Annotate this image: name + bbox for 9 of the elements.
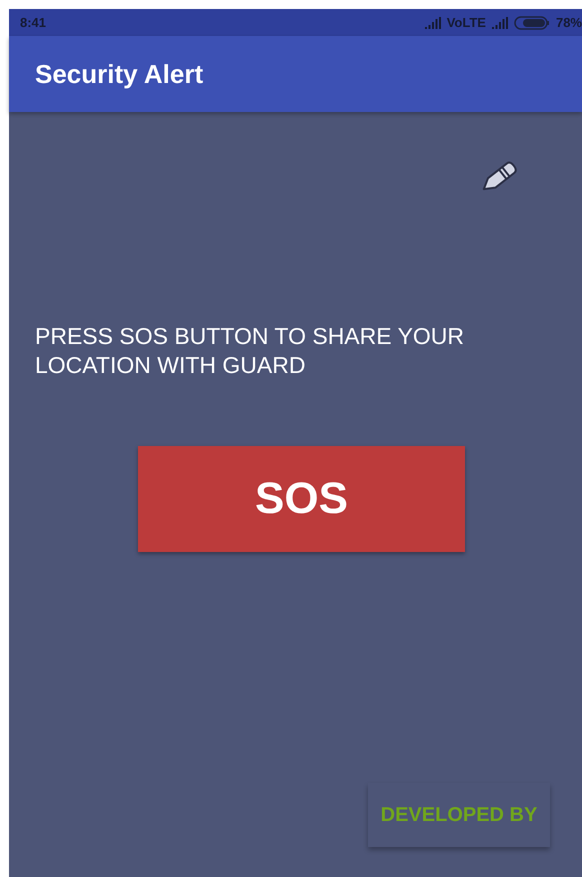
sos-button[interactable]: SOS — [138, 446, 465, 552]
battery-percent: 78% — [556, 15, 582, 30]
signal-icon — [492, 16, 508, 28]
app-title: Security Alert — [35, 58, 204, 90]
battery-icon — [514, 16, 550, 30]
network-label: VoLTE — [446, 15, 486, 30]
signal-icon — [424, 16, 441, 28]
instruction-text: PRESS SOS BUTTON TO SHARE YOUR LOCATION WITH GUARD — [35, 322, 466, 380]
status-time: 8:41 — [20, 15, 46, 30]
